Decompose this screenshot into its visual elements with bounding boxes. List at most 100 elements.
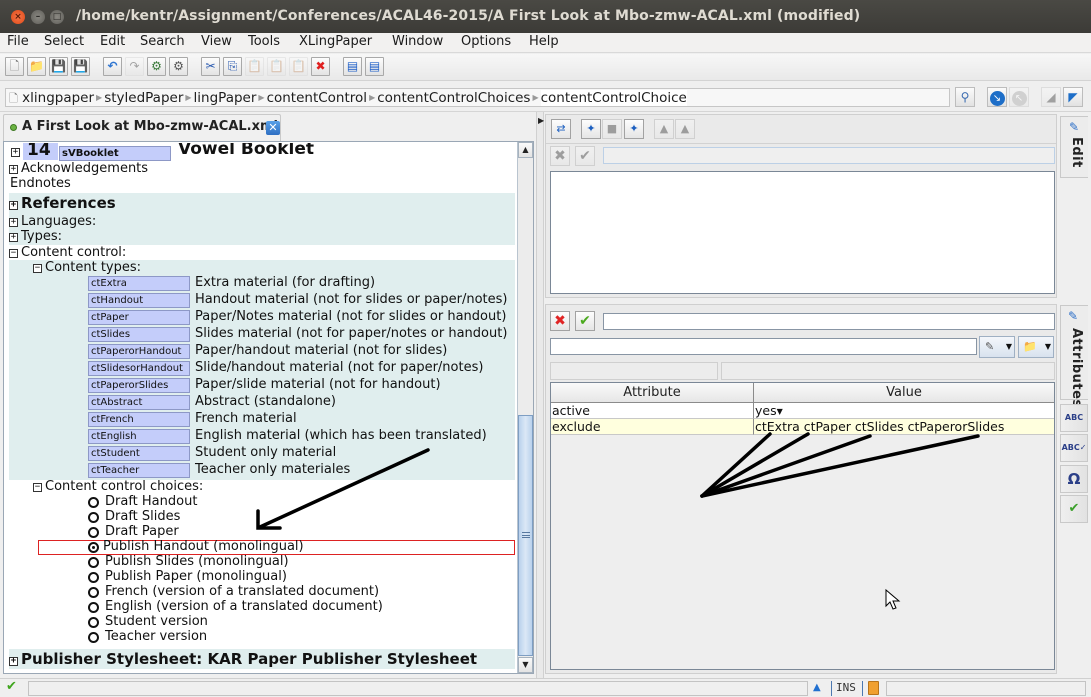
content-type-tag[interactable]: ctPaperorHandout: [88, 344, 190, 359]
radio-icon[interactable]: [88, 617, 99, 628]
content-type-tag[interactable]: ctPaperorSlides: [88, 378, 190, 393]
validation-button[interactable]: ✔: [1060, 495, 1088, 523]
dropdown-arrow-icon[interactable]: ▼: [777, 407, 783, 416]
content-control-choice[interactable]: Draft Paper: [9, 524, 515, 540]
tree-row-content-types[interactable]: − Content types:: [33, 260, 141, 275]
edit-cancel-button[interactable]: ✖: [550, 146, 570, 166]
content-type-tag[interactable]: ctExtra: [88, 276, 190, 291]
insert-after-button[interactable]: ✦: [624, 119, 644, 139]
radio-icon[interactable]: [88, 587, 99, 598]
breadcrumb-item[interactable]: lingPaper: [194, 90, 257, 106]
collapse-arrow-icon[interactable]: ▶: [538, 116, 544, 125]
cut-button[interactable]: ✂: [201, 57, 220, 76]
breadcrumb-item[interactable]: styledPaper: [104, 90, 183, 106]
go-to-child-button[interactable]: ↘: [987, 87, 1007, 107]
column-header-value[interactable]: Value: [754, 383, 1054, 403]
menu-select[interactable]: Select: [44, 34, 84, 49]
save-button[interactable]: 💾: [49, 57, 68, 76]
breadcrumb-item[interactable]: contentControlChoices: [377, 90, 530, 106]
content-type-tag[interactable]: ctFrench: [88, 412, 190, 427]
menu-edit[interactable]: Edit: [100, 34, 125, 49]
paste-after-button[interactable]: 📋: [289, 57, 308, 76]
tree-row-publisher-stylesheet[interactable]: + Publisher Stylesheet: KAR Paper Publish…: [9, 649, 515, 669]
window-close-button[interactable]: ×: [11, 10, 25, 24]
attribute-value-input[interactable]: [603, 313, 1055, 330]
close-tab-button[interactable]: ✕: [266, 121, 280, 135]
split-view-button[interactable]: ▤: [343, 57, 362, 76]
attribute-value-cell[interactable]: ctExtra ctPaper ctSlides ctPaperorSlides: [754, 419, 1054, 435]
breadcrumb-item-current[interactable]: contentControlChoice: [540, 90, 687, 106]
find-replace-button[interactable]: ABC: [1060, 404, 1088, 432]
content-type-row[interactable]: ctHandout Handout material (not for slide…: [9, 292, 515, 309]
radio-icon[interactable]: [88, 557, 99, 568]
expand-toggle-icon[interactable]: +: [9, 233, 18, 242]
content-control-choice[interactable]: French (version of a translated document…: [9, 584, 515, 600]
content-type-row[interactable]: ctPaperorHandout Paper/handout material (…: [9, 343, 515, 360]
paste-button[interactable]: 📋: [245, 57, 264, 76]
breadcrumb-item[interactable]: xlingpaper: [22, 90, 94, 106]
edit-text-area[interactable]: [550, 171, 1055, 294]
content-type-tag[interactable]: ctStudent: [88, 446, 190, 461]
validate-button[interactable]: ⚙: [169, 57, 188, 76]
tree-row-references[interactable]: + References: [9, 194, 116, 212]
collapse-toggle-icon[interactable]: −: [9, 249, 18, 258]
move-up-button[interactable]: ◤: [1063, 87, 1083, 107]
special-characters-button[interactable]: Ω: [1060, 465, 1088, 493]
tree-row-endnotes[interactable]: Endnotes: [10, 176, 515, 192]
radio-selected-icon[interactable]: [88, 542, 99, 553]
section-tag[interactable]: sVBooklet: [59, 146, 171, 161]
edit-input[interactable]: [603, 147, 1055, 164]
browse-dropdown[interactable]: 📁 ▼: [1018, 336, 1054, 358]
radio-icon[interactable]: [88, 632, 99, 643]
redo-button[interactable]: ↷: [125, 57, 144, 76]
paste-special-button[interactable]: 📋: [267, 57, 286, 76]
menu-options[interactable]: Options: [461, 34, 511, 49]
menu-view[interactable]: View: [201, 34, 232, 49]
expand-toggle-icon[interactable]: +: [9, 657, 18, 666]
collapse-toggle-icon[interactable]: −: [33, 264, 42, 273]
add-view-button[interactable]: ▤: [365, 57, 384, 76]
edit-attribute-dropdown[interactable]: ✎ ▼: [979, 336, 1015, 358]
content-type-row[interactable]: ctEnglish English material (which has bee…: [9, 428, 515, 445]
scroll-up-arrow-icon[interactable]: ▲: [518, 142, 533, 158]
tree-row-languages[interactable]: + Languages:: [9, 214, 96, 229]
scroll-down-arrow-icon[interactable]: ▼: [518, 657, 533, 673]
radio-icon[interactable]: [88, 602, 99, 613]
open-button[interactable]: 📁: [27, 57, 46, 76]
tree-row-acknowledgements[interactable]: + Acknowledgements: [9, 161, 515, 177]
insert-mode-indicator[interactable]: INS: [836, 681, 856, 694]
content-control-choice[interactable]: Publish Paper (monolingual): [9, 569, 515, 585]
content-type-row[interactable]: ctAbstract Abstract (standalone): [9, 394, 515, 411]
radio-icon[interactable]: [88, 497, 99, 508]
scrollbar-thumb[interactable]: [518, 415, 533, 656]
content-type-tag[interactable]: ctAbstract: [88, 395, 190, 410]
content-control-choice[interactable]: English (version of a translated documen…: [9, 599, 515, 615]
attr-accept-button[interactable]: ✔: [575, 311, 595, 331]
edit-accept-button[interactable]: ✔: [575, 146, 595, 166]
undo-button[interactable]: ↶: [103, 57, 122, 76]
content-type-tag[interactable]: ctTeacher: [88, 463, 190, 478]
tab-edit[interactable]: ✎ Edit: [1060, 116, 1088, 178]
tree-row-types[interactable]: + Types:: [9, 229, 62, 244]
vertical-scrollbar[interactable]: ▲ ▼: [517, 142, 533, 673]
move-down-button[interactable]: ◢: [1041, 87, 1061, 107]
content-type-tag[interactable]: ctEnglish: [88, 429, 190, 444]
expand-toggle-icon[interactable]: +: [11, 148, 20, 157]
content-control-choice[interactable]: Publish Slides (monolingual): [9, 554, 515, 570]
attribute-value-cell[interactable]: yes▼: [754, 403, 1054, 419]
expand-toggle-icon[interactable]: +: [9, 201, 18, 210]
content-type-tag[interactable]: ctSlidesorHandout: [88, 361, 190, 376]
validate-transform-button[interactable]: ⚙: [147, 57, 166, 76]
breadcrumb-item[interactable]: contentControl: [267, 90, 368, 106]
content-type-row[interactable]: ctSlides Slides material (not for paper/n…: [9, 326, 515, 343]
expand-toggle-icon[interactable]: +: [9, 165, 18, 174]
attribute-name-cell[interactable]: active: [551, 403, 754, 419]
content-type-row[interactable]: ctExtra Extra material (for drafting): [9, 275, 515, 292]
menu-help[interactable]: Help: [529, 34, 559, 49]
content-type-row[interactable]: ctStudent Student only material: [9, 445, 515, 462]
content-control-choice[interactable]: Draft Slides: [9, 509, 515, 525]
menu-xlingpaper[interactable]: XLingPaper: [299, 34, 372, 49]
attribute-name-input[interactable]: [550, 338, 977, 355]
surround-button[interactable]: ▲: [654, 119, 674, 139]
spellcheck-button[interactable]: ABC✓: [1060, 434, 1088, 462]
